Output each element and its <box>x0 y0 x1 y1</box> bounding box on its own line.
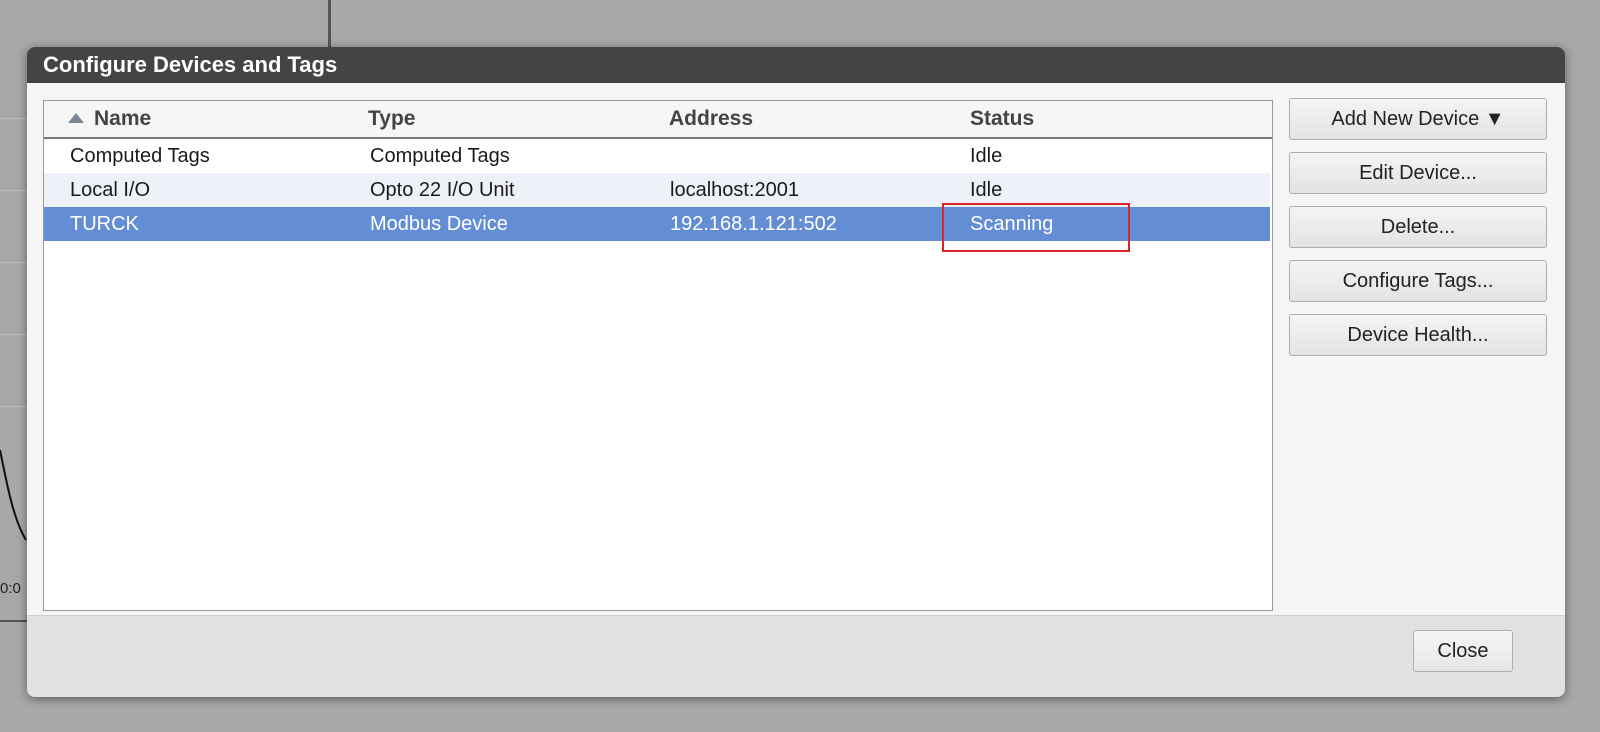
background-axis-tick-label: 0:0 <box>0 580 21 597</box>
table-row[interactable]: Computed Tags Computed Tags Idle <box>44 139 1270 173</box>
configure-tags-label: Configure Tags... <box>1342 269 1494 292</box>
cell-name: Computed Tags <box>70 145 210 167</box>
cell-name: TURCK <box>70 213 139 235</box>
add-new-device-label: Add New Device ▼ <box>1331 107 1505 130</box>
background-gridline <box>0 406 30 407</box>
column-header-type[interactable]: Type <box>368 107 415 131</box>
table-header: Name Type Address Status <box>44 101 1272 139</box>
cell-status: Idle <box>970 145 1003 167</box>
background-gridline <box>0 334 30 335</box>
cell-type: Opto 22 I/O Unit <box>370 179 515 201</box>
close-button[interactable]: Close <box>1413 630 1513 672</box>
dialog-title: Configure Devices and Tags <box>43 52 338 77</box>
status-highlight-box <box>942 203 1130 252</box>
device-health-label: Device Health... <box>1347 323 1489 346</box>
cell-address: 192.168.1.121:502 <box>670 213 837 235</box>
device-health-button[interactable]: Device Health... <box>1289 314 1547 356</box>
edit-device-label: Edit Device... <box>1359 161 1477 184</box>
background-chart <box>0 40 30 622</box>
sort-ascending-icon <box>68 113 84 123</box>
dialog-footer: Close <box>27 615 1565 697</box>
column-header-status[interactable]: Status <box>970 107 1034 131</box>
column-header-address[interactable]: Address <box>669 107 753 131</box>
table-row[interactable]: Local I/O Opto 22 I/O Unit localhost:200… <box>44 173 1270 207</box>
cell-name: Local I/O <box>70 179 151 201</box>
delete-button[interactable]: Delete... <box>1289 206 1547 248</box>
configure-tags-button[interactable]: Configure Tags... <box>1289 260 1547 302</box>
dialog-titlebar[interactable]: Configure Devices and Tags <box>27 47 1565 83</box>
background-gridline <box>0 262 30 263</box>
delete-label: Delete... <box>1380 215 1456 238</box>
cell-type: Modbus Device <box>370 213 508 235</box>
device-table: Name Type Address Status Computed Tags C… <box>43 100 1273 611</box>
background-divider <box>328 0 331 48</box>
background-chart-line <box>0 449 27 541</box>
configure-devices-dialog: Configure Devices and Tags Name Type Add… <box>27 47 1565 697</box>
background-gridline <box>0 118 30 119</box>
close-label: Close <box>1437 639 1489 662</box>
cell-type: Computed Tags <box>370 145 510 167</box>
edit-device-button[interactable]: Edit Device... <box>1289 152 1547 194</box>
cell-address: localhost:2001 <box>670 179 799 201</box>
background-gridline <box>0 190 30 191</box>
add-new-device-button[interactable]: Add New Device ▼ <box>1289 98 1547 140</box>
cell-status: Idle <box>970 179 1003 201</box>
column-header-name[interactable]: Name <box>94 107 151 131</box>
